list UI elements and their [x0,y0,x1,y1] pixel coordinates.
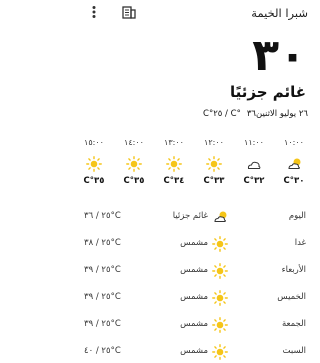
daily-day: الأربعاء [281,265,306,275]
hourly-forecast: ١٠:٠٠ ٣٠°C ١١:٠٠ ٣٢°C ١٢:٠٠ ٣٣°C ١٣:٠٠ ٣… [76,138,314,186]
hourly-item: ١٢:٠٠ ٣٣°C [194,138,234,186]
sun-icon [212,344,228,360]
partly-cloudy-icon [288,158,301,169]
daily-temp-range: ٢٥ / ٤٠°C [84,346,121,356]
hourly-time: ١١:٠٠ [244,138,264,147]
daily-day: السبت [282,346,306,356]
date-temp-range: ٣٦°C / ٢٥°C [203,109,256,119]
hourly-item: ١٠:٠٠ ٣٠°C [274,138,314,186]
hourly-time: ١٠:٠٠ [284,138,304,147]
hourly-item: ١٣:٠٠ ٣٤°C [154,138,194,186]
hourly-item: ١٤:٠٠ ٣٥°C [114,138,154,186]
hourly-temp: ٣٤°C [163,176,185,186]
daily-temp-range: ٢٥ / ٣٨°C [84,238,121,248]
current-temperature: ٣٠ [252,30,306,81]
daily-condition: غائم جزئيا [172,211,208,221]
date-line: ٢٦ يوليو الاثنين٣٦°C / ٢٥°C [203,109,308,119]
sun-icon [212,317,228,333]
hourly-temp: ٣٥°C [123,176,145,186]
daily-row[interactable]: غدا مشمس ٢٥ / ٣٨°C [70,234,320,254]
hourly-temp: ٣٠°C [283,176,305,186]
hourly-temp: ٣٣°C [203,176,225,186]
sun-icon [206,156,222,172]
daily-condition: مشمس [180,346,208,356]
hourly-time: ١٢:٠٠ [204,138,224,147]
daily-day: الخميس [277,292,306,302]
daily-condition: مشمس [180,238,208,248]
daily-day: غدا [294,238,306,248]
daily-condition: مشمس [180,265,208,275]
hourly-item: ١٥:٠٠ ٣٥°C [74,138,114,186]
date-label: ٢٦ يوليو الاثنين [255,109,308,119]
sun-icon [212,236,228,252]
more-vert-icon[interactable] [87,5,101,19]
daily-row[interactable]: السبت مشمس ٢٥ / ٤٠°C [70,342,320,362]
sun-icon [86,156,102,172]
buildings-icon[interactable] [122,5,136,19]
daily-row[interactable]: الأربعاء مشمس ٢٥ / ٣٩°C [70,261,320,281]
hourly-temp: ٣٥°C [83,176,105,186]
sun-icon [212,263,228,279]
daily-row[interactable]: الجمعة مشمس ٢٥ / ٣٩°C [70,315,320,335]
hourly-time: ١٤:٠٠ [124,138,144,147]
sun-icon [126,156,142,172]
daily-row[interactable]: الخميس مشمس ٢٥ / ٣٩°C [70,288,320,308]
daily-condition: مشمس [180,292,208,302]
daily-row[interactable]: اليوم غائم جزئيا ٢٥ / ٣٦°C [70,207,320,227]
daily-day: الجمعة [281,319,306,329]
sun-icon [166,156,182,172]
city-name: شبرا الخيمة [251,6,308,20]
daily-temp-range: ٢٥ / ٣٩°C [84,319,121,329]
daily-day: اليوم [288,211,306,221]
hourly-time: ١٥:٠٠ [84,138,104,147]
daily-temp-range: ٢٥ / ٣٩°C [84,292,121,302]
daily-temp-range: ٢٥ / ٣٦°C [84,211,121,221]
current-condition: غائم جزئيًا [229,83,306,101]
hourly-time: ١٣:٠٠ [164,138,184,147]
hourly-temp: ٣٢°C [243,176,265,186]
hourly-item: ١١:٠٠ ٣٢°C [234,138,274,186]
partly-cloudy-icon [214,211,227,222]
daily-temp-range: ٢٥ / ٣٩°C [84,265,121,275]
sun-icon [212,290,228,306]
cloud-icon [247,161,261,169]
daily-condition: مشمس [180,319,208,329]
top-bar: شبرا الخيمة [70,0,320,26]
